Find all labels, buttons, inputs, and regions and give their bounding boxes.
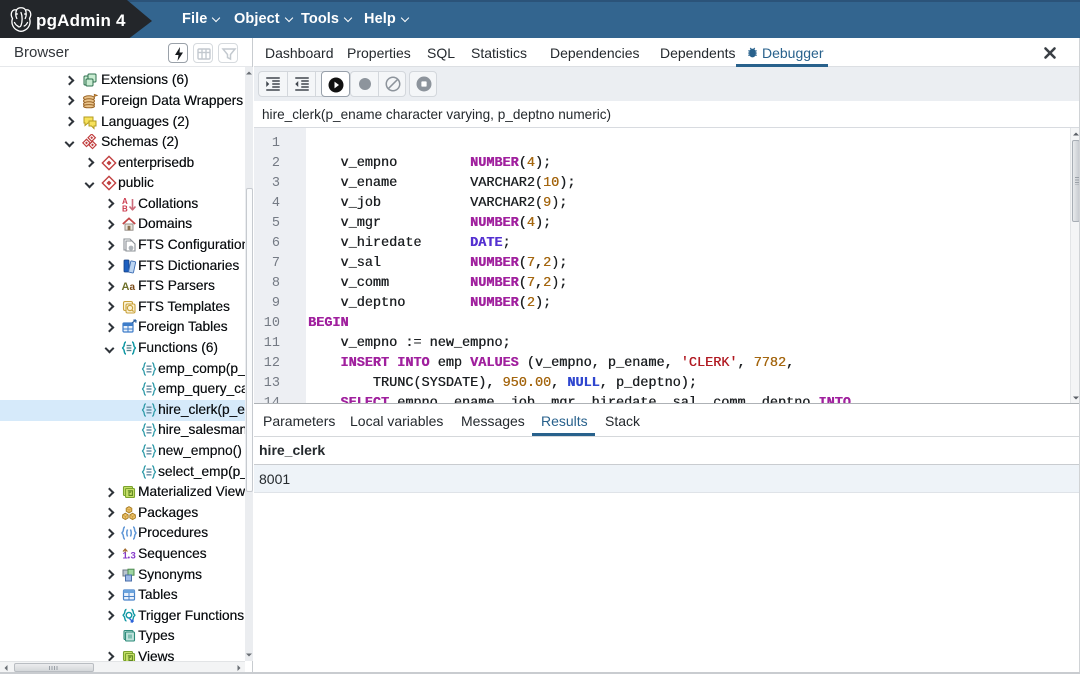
- svg-text:A: A: [122, 281, 130, 293]
- svg-text:B: B: [122, 204, 128, 212]
- svg-text:a: a: [130, 282, 136, 293]
- svg-text:3: 3: [131, 550, 136, 561]
